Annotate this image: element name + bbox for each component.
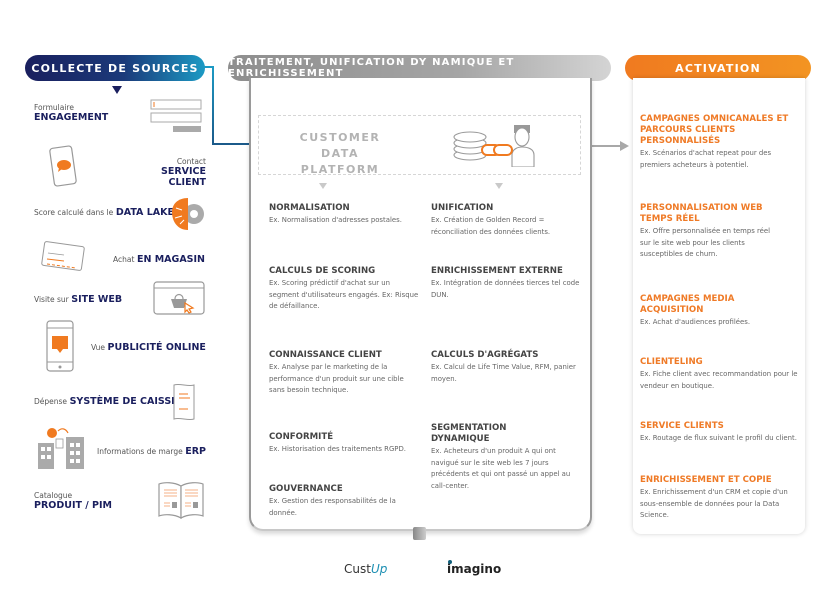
activation-item: SERVICE CLIENTS Ex. Routage de flux suiv… <box>640 421 800 445</box>
source-prefix: Informations de marge <box>97 447 183 456</box>
source-prefix: Vue <box>91 343 105 352</box>
smartphone-chat-icon <box>49 145 77 187</box>
activation-item-desc: Ex. Fiche client avec recommandation pou… <box>640 370 798 390</box>
processing-item-desc: Ex. Normalisation d'adresses postales. <box>269 216 402 224</box>
source-systeme-caisse: Dépense SYSTÈME DE CAISSE <box>34 396 178 407</box>
imagino-logo: imagino <box>447 560 502 576</box>
source-label: SYSTÈME DE CAISSE <box>69 396 178 407</box>
chevron-down-icon <box>112 86 122 94</box>
custup-logo-b: Up <box>370 562 388 576</box>
chevron-down-icon <box>495 183 503 189</box>
custup-logo-a: Cust <box>344 562 371 576</box>
receipt-card-icon <box>41 241 85 271</box>
source-prefix: Visite sur <box>34 295 69 304</box>
source-label: DATA LAKE <box>115 207 174 218</box>
processing-item-title: NORMALISATION <box>269 203 350 213</box>
source-publicite-online: Vue PUBLICITÉ ONLINE <box>91 342 206 353</box>
source-label: ENGAGEMENT <box>34 112 109 123</box>
mobile-ad-icon <box>46 320 74 372</box>
activation-item: CLIENTELING Ex. Fiche client avec recomm… <box>640 357 800 392</box>
activation-item-title: PERSONNALISATION WEB TEMPS RÉEL <box>640 203 763 224</box>
form-icon <box>150 99 202 132</box>
processing-item-desc: Ex. Intégration de données tierces tel c… <box>431 279 580 299</box>
activation-item-title: CLIENTELING <box>640 357 703 367</box>
source-erp: Informations de marge ERP <box>97 446 206 457</box>
source-prefix: Formulaire <box>34 103 74 112</box>
connector-cdp-to-activation <box>592 141 629 151</box>
custup-logo: CustUp <box>344 562 387 576</box>
processing-item-desc: Ex. Scoring prédictif d'achat sur un seg… <box>269 279 419 310</box>
processing-item-title: CONNAISSANCE CLIENT <box>269 350 382 360</box>
processing-item: CALCULS D'AGRÉGATS Ex. Calcul de Life Ti… <box>431 350 581 385</box>
source-label: SERVICE CLIENT <box>161 166 206 188</box>
chevron-down-icon <box>319 183 327 189</box>
activation-item-desc: Ex. Offre personnalisée en temps réel su… <box>640 227 771 258</box>
source-label: PUBLICITÉ ONLINE <box>107 342 206 353</box>
cdp-title: CUSTOMER DATA PLATFORM <box>280 130 400 178</box>
processing-item-title: CALCULS DE SCORING <box>269 266 376 276</box>
activation-item: PERSONNALISATION WEB TEMPS RÉEL Ex. Offr… <box>640 203 780 261</box>
activation-item-desc: Ex. Achat d'audiences profilées. <box>640 318 751 326</box>
panel-handle <box>413 527 426 540</box>
processing-item-desc: Ex. Calcul de Life Time Value, RFM, pani… <box>431 363 576 383</box>
open-book-icon <box>158 482 204 520</box>
database-link-person-icon <box>453 125 535 167</box>
source-label: PRODUIT / PIM <box>34 500 113 511</box>
web-basket-icon <box>153 281 205 315</box>
buildings-icon <box>38 428 84 469</box>
activation-item-desc: Ex. Scénarios d'achat repeat pour des pr… <box>640 149 772 169</box>
processing-item-title: UNIFICATION <box>431 203 494 213</box>
processing-item: ENRICHISSEMENT EXTERNE Ex. Intégration d… <box>431 266 581 301</box>
processing-item-desc: Ex. Acheteurs d'un produit A qui ont nav… <box>431 447 571 490</box>
source-label: SITE WEB <box>71 294 123 305</box>
processing-item: CONNAISSANCE CLIENT Ex. Analyse par le m… <box>269 350 419 397</box>
processing-item: UNIFICATION Ex. Création de Golden Recor… <box>431 203 581 238</box>
processing-item-desc: Ex. Création de Golden Record = réconcil… <box>431 216 551 236</box>
activation-item: ENRICHISSEMENT ET COPIE Ex. Enrichisseme… <box>640 475 800 522</box>
imagino-dot-icon <box>448 560 452 564</box>
processing-item-title: GOUVERNANCE <box>269 484 343 494</box>
imagino-logo-text: imagino <box>447 562 502 576</box>
source-engagement: Formulaire ENGAGEMENT <box>34 103 108 123</box>
brain-gear-icon <box>172 198 204 230</box>
source-prefix: Achat <box>113 255 135 264</box>
cdp-title-line1: CUSTOMER DATA <box>299 131 381 160</box>
cdp-title-line2: PLATFORM <box>300 163 380 176</box>
processing-item-desc: Ex. Gestion des responsabilités de la do… <box>269 497 396 517</box>
activation-item-title: CAMPAGNES OMNICANALES ET PARCOURS CLIENT… <box>640 114 789 146</box>
activation-item: CAMPAGNES OMNICANALES ET PARCOURS CLIENT… <box>640 114 790 171</box>
source-site-web: Visite sur SITE WEB <box>34 294 122 305</box>
processing-item: GOUVERNANCE Ex. Gestion des responsabili… <box>269 484 419 519</box>
source-produit-pim: Catalogue PRODUIT / PIM <box>34 491 112 511</box>
activation-item-desc: Ex. Routage de flux suivant le profil du… <box>640 434 797 442</box>
processing-item: SEGMENTATION DYNAMIQUE Ex. Acheteurs d'u… <box>431 423 571 492</box>
source-en-magasin: Achat EN MAGASIN <box>113 254 205 265</box>
activation-item-title: CAMPAGNES MEDIA ACQUISITION <box>640 294 735 315</box>
processing-item: NORMALISATION Ex. Normalisation d'adress… <box>269 203 419 227</box>
processing-item-title: CONFORMITÉ <box>269 432 334 442</box>
activation-item-desc: Ex. Enrichissement d'un CRM et copie d'u… <box>640 488 788 519</box>
activation-item-title: SERVICE CLIENTS <box>640 421 724 431</box>
source-prefix: Dépense <box>34 397 68 406</box>
source-data-lake: Score calculé dans le DATA LAKE <box>34 207 174 218</box>
ticket-icon <box>173 383 195 421</box>
processing-item-desc: Ex. Analyse par le marketing de la perfo… <box>269 363 404 394</box>
source-label: EN MAGASIN <box>136 254 205 265</box>
activation-item: CAMPAGNES MEDIA ACQUISITION Ex. Achat d'… <box>640 294 750 329</box>
source-prefix: Score calculé dans le <box>34 208 114 217</box>
processing-item-desc: Ex. Historisation des traitements RGPD. <box>269 445 406 453</box>
source-prefix: Catalogue <box>34 491 73 500</box>
processing-item-title: CALCULS D'AGRÉGATS <box>431 350 539 360</box>
processing-item: CALCULS DE SCORING Ex. Scoring prédictif… <box>269 266 419 313</box>
source-prefix: Contact <box>176 157 206 166</box>
processing-item: CONFORMITÉ Ex. Historisation des traitem… <box>269 432 419 456</box>
processing-item-title: SEGMENTATION DYNAMIQUE <box>431 423 507 444</box>
header-collecte-sources: COLLECTE DE SOURCES <box>25 55 205 81</box>
processing-item-title: ENRICHISSEMENT EXTERNE <box>431 266 563 276</box>
source-label: ERP <box>185 446 207 457</box>
source-service-client: Contact SERVICE CLIENT <box>128 157 206 188</box>
activation-item-title: ENRICHISSEMENT ET COPIE <box>640 475 772 485</box>
